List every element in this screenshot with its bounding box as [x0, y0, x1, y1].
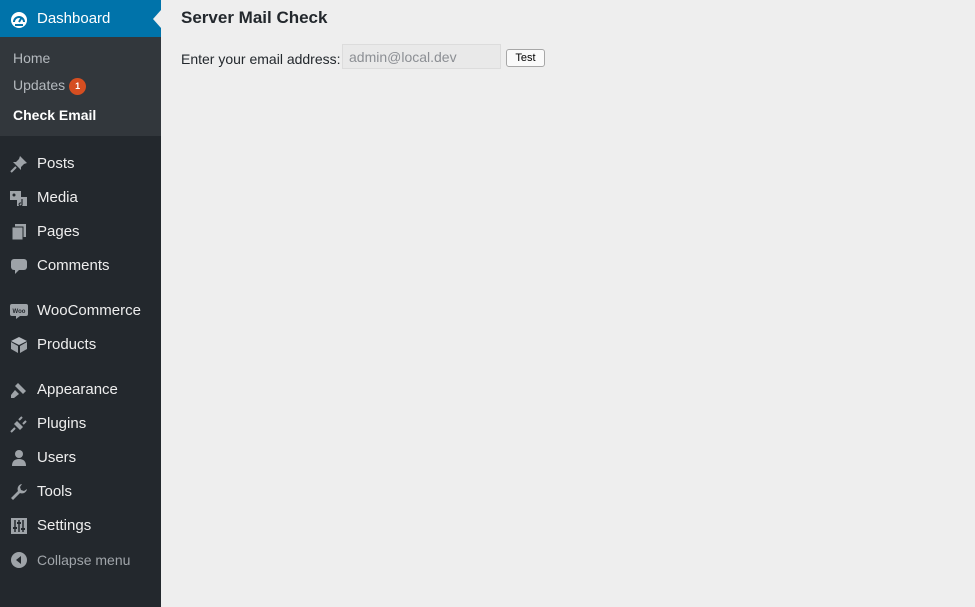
sidebar-item-label: Settings: [37, 517, 92, 534]
current-menu-arrow: [153, 10, 161, 28]
sidebar-item-label: Appearance: [37, 381, 118, 398]
submenu-item-label: Check Email: [13, 107, 97, 123]
submenu-item-label: Home: [13, 50, 51, 66]
sidebar-item-plugins[interactable]: Plugins: [0, 407, 161, 441]
sidebar-item-dashboard[interactable]: Dashboard: [0, 0, 161, 37]
sidebar-item-label: Users: [37, 449, 77, 466]
update-count-badge: 1: [69, 77, 87, 95]
products-box-icon: [10, 336, 28, 354]
test-button[interactable]: Test: [506, 49, 545, 67]
sidebar-item-label: Media: [37, 189, 78, 206]
sidebar-item-label: Dashboard: [37, 10, 111, 27]
submenu-item-label: Updates: [13, 77, 66, 93]
admin-sidebar: Dashboard Home Updates 1 Check Email Post…: [0, 0, 161, 607]
pushpin-icon: [10, 155, 28, 173]
svg-text:Woo: Woo: [13, 309, 26, 315]
wrench-icon: [10, 483, 28, 501]
dashboard-icon: [10, 10, 28, 28]
dashboard-submenu: Home Updates 1 Check Email: [0, 37, 161, 136]
sidebar-item-label: Pages: [37, 223, 80, 240]
collapse-menu-label: Collapse menu: [37, 552, 131, 568]
sidebar-item-label: Plugins: [37, 415, 87, 432]
comment-icon: [10, 257, 28, 275]
sidebar-item-media[interactable]: Media: [0, 181, 161, 215]
sidebar-item-settings[interactable]: Settings: [0, 509, 161, 543]
sidebar-item-users[interactable]: Users: [0, 441, 161, 475]
woocommerce-icon: Woo: [10, 302, 28, 320]
page-title: Server Mail Check: [181, 8, 328, 27]
sidebar-item-label: Products: [37, 336, 97, 353]
sidebar-item-label: Tools: [37, 483, 73, 500]
collapse-arrow-icon: [10, 551, 28, 569]
submenu-item-updates[interactable]: Updates 1: [13, 76, 87, 95]
plugin-icon: [10, 415, 28, 433]
submenu-item-check-email[interactable]: Check Email: [13, 106, 96, 124]
media-icon: [10, 189, 28, 207]
user-icon: [10, 449, 28, 467]
sidebar-item-label: WooCommerce: [37, 302, 141, 319]
sidebar-item-appearance[interactable]: Appearance: [0, 373, 161, 407]
email-field[interactable]: [342, 44, 501, 69]
submenu-item-home[interactable]: Home: [13, 49, 50, 67]
sidebar-item-tools[interactable]: Tools: [0, 475, 161, 509]
sidebar-item-label: Posts: [37, 155, 75, 172]
sidebar-item-posts[interactable]: Posts: [0, 147, 161, 181]
collapse-menu-button[interactable]: Collapse menu: [0, 543, 161, 577]
settings-sliders-icon: [10, 517, 28, 535]
sidebar-item-pages[interactable]: Pages: [0, 215, 161, 249]
pages-icon: [10, 223, 28, 241]
sidebar-item-label: Comments: [37, 257, 110, 274]
email-field-label: Enter your email address:: [181, 51, 341, 67]
paintbrush-icon: [10, 381, 28, 399]
sidebar-item-woocommerce[interactable]: Woo WooCommerce: [0, 294, 161, 328]
sidebar-item-comments[interactable]: Comments: [0, 249, 161, 283]
sidebar-item-products[interactable]: Products: [0, 328, 161, 362]
